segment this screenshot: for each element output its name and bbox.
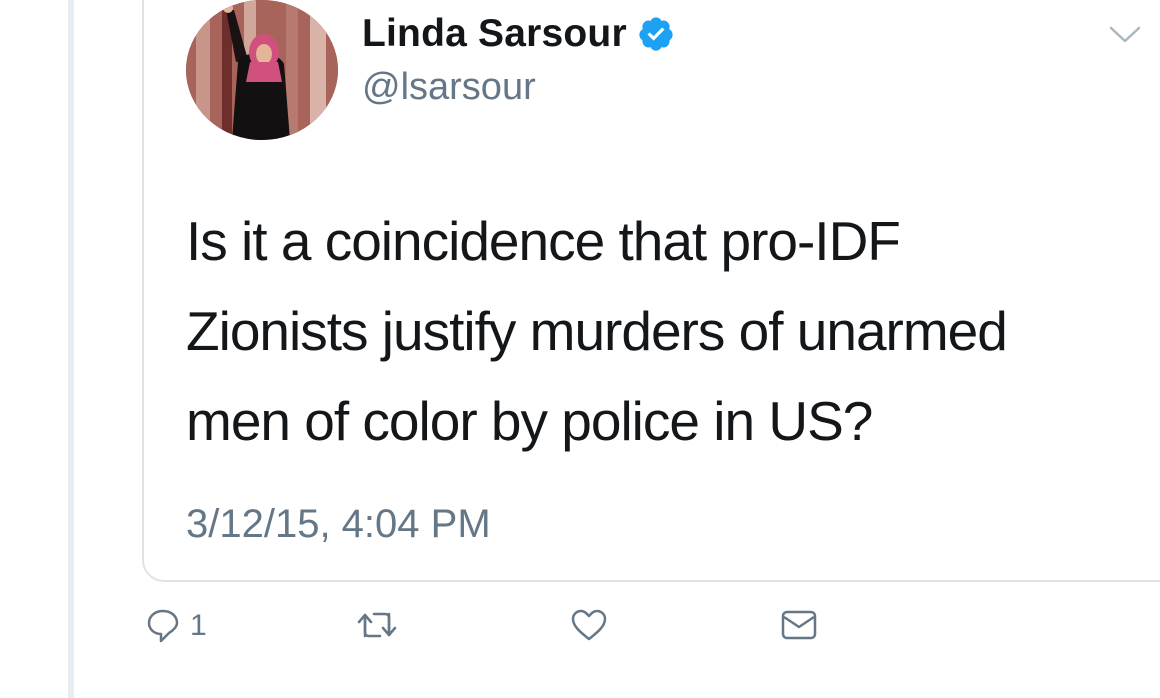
left-margin — [0, 0, 68, 698]
tweet-text-line: Is it a coincidence that pro-IDF — [186, 210, 901, 272]
like-button[interactable] — [570, 608, 608, 642]
retweet-icon — [357, 612, 397, 638]
author-name[interactable]: Linda Sarsour — [362, 12, 627, 56]
direct-message-button[interactable] — [780, 608, 818, 642]
tweet-timestamp[interactable]: 3/12/15, 4:04 PM — [186, 502, 491, 547]
author-handle[interactable]: @lsarsour — [362, 66, 536, 109]
reply-count: 1 — [190, 609, 207, 642]
reply-icon — [147, 609, 179, 643]
tweet-text-line: Zionists justify murders of unarmed — [186, 300, 1008, 362]
tweet-text: Is it a coincidence that pro-IDF Zionist… — [186, 196, 1136, 466]
verified-badge-icon — [639, 17, 673, 51]
tweet-text-line: men of color by police in US? — [186, 390, 873, 452]
chevron-down-icon[interactable] — [1108, 24, 1142, 46]
timeline-divider — [68, 0, 74, 698]
direct-message-icon — [781, 610, 817, 640]
like-icon — [571, 609, 607, 641]
avatar[interactable] — [186, 0, 338, 140]
retweet-button[interactable] — [356, 608, 398, 642]
reply-button[interactable]: 1 — [146, 608, 207, 644]
